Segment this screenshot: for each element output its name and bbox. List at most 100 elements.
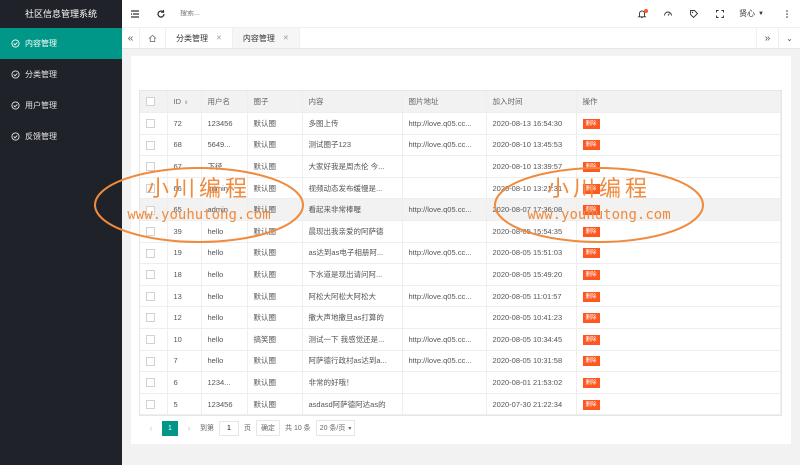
sort-icon[interactable]: ⬍ [184, 100, 188, 106]
note-button[interactable] [681, 0, 707, 28]
row-checkbox[interactable] [140, 242, 168, 265]
tab-0[interactable]: 分类管理 ✕ [166, 28, 233, 48]
row-checkbox[interactable] [140, 220, 168, 243]
refresh-button[interactable] [148, 0, 174, 28]
tabs-menu-button[interactable]: ⌄ [778, 28, 800, 48]
more-button[interactable] [774, 0, 800, 28]
cell-content: 测试一下 我感觉还是... [302, 328, 403, 351]
table-row[interactable]: 65 admin 默认圈 看起来非常棒喔 http://love.q05.cc... 20… [140, 198, 781, 222]
per-page-select[interactable]: 20 条/页 ▾ [315, 420, 356, 436]
select-all-checkbox[interactable] [140, 91, 168, 114]
tab-home[interactable] [140, 28, 166, 48]
delete-button[interactable]: 删除 [582, 313, 600, 324]
notification-dot [644, 8, 649, 13]
column-header-content: 内容 [302, 91, 403, 114]
sidebar-item-3[interactable]: 反馈管理 [0, 121, 122, 152]
tab-label: 分类管理 [176, 33, 208, 43]
table-row[interactable]: 39 hello 默认圈 晨现出我亲爱的阿萨德 2020-08-05 15:54:35 删… [140, 220, 781, 243]
delete-button[interactable]: 删除 [582, 291, 600, 302]
delete-button[interactable]: 删除 [582, 399, 600, 410]
goto-confirm-button[interactable]: 确定 [256, 420, 280, 436]
delete-button[interactable]: 删除 [582, 248, 600, 259]
table-row[interactable]: 66 admin 默认圈 视频动态发布缓慢是... 2020-08-10 13:21:3… [140, 177, 781, 200]
row-checkbox[interactable] [140, 198, 168, 222]
tag-icon [690, 9, 699, 18]
delete-button[interactable]: 删除 [582, 140, 600, 151]
cell-user: 1234... [201, 371, 248, 394]
row-checkbox[interactable] [140, 134, 168, 157]
table-row[interactable]: 6 1234... 默认圈 非常的好哦！ 2020-08-01 21:53:02 删除 [140, 371, 781, 394]
table-row[interactable]: 5 123456 默认圈 asdasd阿萨德阿达as的 2020-07-30 21:22… [140, 393, 781, 416]
next-page-button[interactable]: › [183, 423, 195, 433]
table-row[interactable]: 67 下径 默认圈 大家好我是周杰伦 今... 2020-08-10 13:39:57 删… [140, 155, 781, 178]
row-checkbox[interactable] [140, 306, 168, 330]
current-page[interactable]: 1 [162, 420, 178, 436]
table-toolbar [131, 56, 791, 90]
cell-id: 65 [167, 198, 202, 222]
goto-page-input[interactable] [219, 420, 239, 436]
table-row[interactable]: 12 hello 默认圈 撒大声地撒旦as打算的 2020-08-05 10:41:23… [140, 306, 781, 330]
chevron-down-icon: ▾ [348, 425, 352, 432]
search-input[interactable] [180, 10, 300, 17]
sidebar-item-2[interactable]: 用户管理 [0, 90, 122, 121]
table-row[interactable]: 19 hello 默认圈 as达到as电子相册阿... http://love.q05.… [140, 242, 781, 265]
row-checkbox[interactable] [140, 350, 168, 373]
table-row[interactable]: 7 hello 默认圈 阿萨德行政村as达到a... http://love.q05.c… [140, 350, 781, 373]
cell-user: hello [201, 263, 248, 286]
theme-button[interactable] [655, 0, 681, 28]
cell-action: 删除 [576, 306, 781, 330]
cell-circle: 默认圈 [247, 112, 303, 135]
delete-button[interactable]: 删除 [582, 270, 600, 281]
row-checkbox[interactable] [140, 263, 168, 286]
cell-circle: 默认圈 [247, 393, 303, 416]
cell-id: 66 [167, 177, 202, 200]
sidebar-item-0[interactable]: 内容管理 [0, 28, 122, 59]
row-checkbox[interactable] [140, 285, 168, 308]
close-icon[interactable]: ✕ [216, 34, 222, 42]
table-row[interactable]: 10 hello 搞笑圈 测试一下 我感觉还是... http://love.q05.c… [140, 328, 781, 351]
delete-button[interactable]: 删除 [582, 378, 600, 389]
table-row[interactable]: 18 hello 默认圈 下水道是现出请问阿... 2020-08-05 15:49:2… [140, 263, 781, 286]
sidebar-item-1[interactable]: 分类管理 [0, 59, 122, 90]
check-circle-icon [10, 132, 20, 142]
delete-button[interactable]: 删除 [582, 183, 600, 194]
delete-button[interactable]: 删除 [582, 118, 600, 129]
fullscreen-icon [716, 9, 724, 18]
table-row[interactable]: 72 123456 默认圈 多图上传 http://love.q05.cc... 2020… [140, 112, 781, 135]
row-checkbox[interactable] [140, 371, 168, 394]
tab-1[interactable]: 内容管理 ✕ [232, 28, 300, 48]
table-row[interactable]: 68 5649... 默认圈 测试圈子123 http://love.q05.cc...… [140, 134, 781, 157]
close-icon[interactable]: ✕ [283, 34, 289, 42]
cell-image: http://love.q05.cc... [402, 285, 487, 308]
double-chevron-left-icon: « [127, 32, 134, 44]
cell-image [402, 155, 487, 178]
cell-id: 72 [167, 112, 202, 135]
delete-button[interactable]: 删除 [582, 356, 600, 367]
sidebar-item-label: 内容管理 [25, 39, 57, 48]
table-row[interactable]: 13 hello 默认圈 阿松大阿松大阿松大 http://love.q05.cc...… [140, 285, 781, 308]
cell-content: 测试圈子123 [302, 134, 403, 157]
app-title: 社区信息管理系统 [0, 0, 122, 28]
delete-button[interactable]: 删除 [582, 334, 600, 345]
fullscreen-button[interactable] [707, 0, 733, 28]
cell-content: 多图上传 [302, 112, 403, 135]
tabs-scroll-right-button[interactable]: » [756, 28, 778, 48]
cell-user: hello [201, 220, 248, 243]
row-checkbox[interactable] [140, 393, 168, 416]
row-checkbox[interactable] [140, 112, 168, 135]
delete-button[interactable]: 删除 [582, 205, 600, 216]
row-checkbox[interactable] [140, 155, 168, 178]
column-header-id[interactable]: ID ⬍ [167, 91, 202, 114]
row-checkbox[interactable] [140, 177, 168, 200]
cell-time: 2020-08-13 16:54:30 [486, 112, 577, 135]
menu-toggle-button[interactable] [122, 0, 148, 28]
row-checkbox[interactable] [140, 328, 168, 351]
cell-user: 5649... [201, 134, 248, 157]
delete-button[interactable]: 删除 [582, 162, 600, 173]
tabs-scroll-left-button[interactable]: « [122, 28, 140, 48]
delete-button[interactable]: 删除 [582, 226, 600, 237]
prev-page-button[interactable]: ‹ [145, 423, 157, 433]
cell-circle: 默认圈 [247, 306, 303, 330]
user-menu[interactable]: 贤心 ▼ [733, 8, 774, 19]
notification-button[interactable] [629, 0, 655, 28]
